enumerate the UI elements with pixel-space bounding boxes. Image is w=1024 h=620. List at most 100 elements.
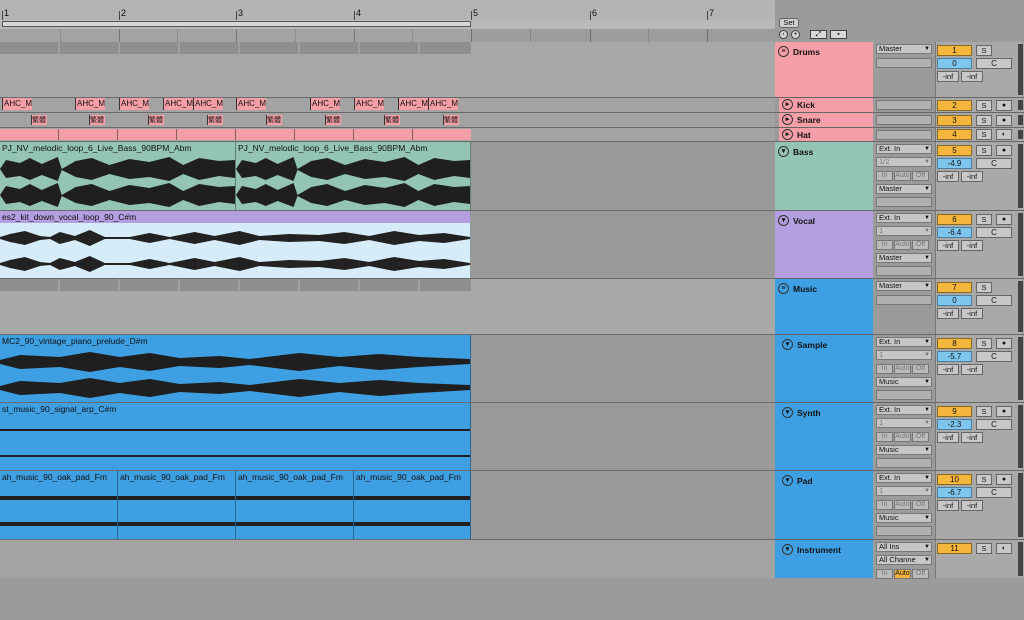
pan-field[interactable]: C — [976, 58, 1012, 69]
midi-clip[interactable]: AHC_M — [310, 98, 340, 110]
output-chooser[interactable]: Master ▼ — [876, 253, 932, 263]
track-name-instrument[interactable]: ▾ Instrument — [779, 540, 873, 578]
snare-lane[interactable]: 繁體 繁體 繁體 繁體 繁體 繁體 繁體 繁體 — [0, 113, 775, 128]
volume-field[interactable]: 0 — [937, 295, 972, 306]
record-arm-icon[interactable]: ● — [996, 145, 1012, 156]
kick-lane[interactable]: AHC_M AHC_M AHC_M AHC_M AHC_M AHC_M AHC_… — [0, 98, 775, 113]
output-chooser[interactable]: Master ▼ — [876, 44, 932, 54]
volume-field[interactable]: -5.7 — [937, 351, 972, 362]
track-activator[interactable]: 1 — [937, 45, 972, 56]
track-header-music[interactable]: ≡ Music Master ▼ 7 S 0 C -inf -inf — [775, 279, 1024, 335]
track-header-bass[interactable]: ▾ Bass Ext. In ▼ 1/2 ▼ In Auto Off Master ▼ 5 … — [775, 142, 1024, 211]
expand-icon[interactable]: ⤢ — [810, 30, 827, 39]
record-arm-icon[interactable]: ● — [996, 338, 1012, 349]
output-chooser[interactable]: Master ▼ — [876, 281, 932, 291]
pan-field[interactable]: C — [976, 227, 1012, 238]
input-channel-chooser[interactable]: 1 ▼ — [876, 486, 932, 496]
midi-clip[interactable]: 繁體 — [266, 115, 282, 125]
output-channel-chooser[interactable] — [876, 197, 932, 207]
monitor-in-button[interactable]: In — [876, 500, 893, 510]
input-type-chooser[interactable]: Ext. In ▼ — [876, 405, 932, 415]
monitor-icon[interactable]: ◐ — [996, 129, 1012, 140]
input-type-chooser[interactable]: Ext. In ▼ — [876, 144, 932, 154]
input-channel-chooser[interactable]: 1 ▼ — [876, 226, 932, 236]
track-name-sample[interactable]: ▾ Sample — [779, 335, 873, 402]
track-activator[interactable]: 4 — [937, 129, 972, 140]
monitor-off-button[interactable]: Off — [912, 364, 929, 374]
solo-button[interactable]: S — [976, 45, 992, 56]
pan-field[interactable]: C — [976, 295, 1012, 306]
output-chooser[interactable]: Master ▼ — [876, 184, 932, 194]
track-name-hat[interactable]: ▸ Hat — [779, 128, 873, 141]
volume-field[interactable]: -6.4 — [937, 227, 972, 238]
monitor-in-button[interactable]: In — [876, 240, 893, 250]
vocal-lane[interactable]: es2_kit_down_vocal_loop_90_C#m — [0, 211, 775, 279]
midi-clip[interactable]: 繁體 — [148, 115, 164, 125]
output-channel-chooser[interactable] — [876, 526, 932, 536]
sample-lane[interactable]: MC2_90_vintage_piano_prelude_D#m — [0, 335, 775, 403]
monitor-auto-button[interactable]: Auto — [894, 432, 911, 442]
solo-button[interactable]: S — [976, 282, 992, 293]
output-chooser[interactable] — [876, 115, 932, 125]
hat-midi-clip[interactable] — [0, 129, 471, 140]
pad-lane[interactable]: ah_music_90_oak_pad_Fm ah_music_90_oak_p… — [0, 471, 775, 540]
midi-clip[interactable]: AHC_M — [119, 98, 149, 110]
drums-lane[interactable] — [0, 42, 775, 98]
input-channel-chooser[interactable]: 1 ▼ — [876, 418, 932, 428]
track-header-pad[interactable]: ▾ Pad Ext. In ▼ 1 ▼ In Auto Off Music ▼ 10 S ●… — [775, 471, 1024, 540]
solo-button[interactable]: S — [976, 100, 992, 111]
output-channel-chooser[interactable] — [876, 458, 932, 468]
monitor-auto-button[interactable]: Auto — [894, 240, 911, 250]
midi-clip[interactable]: 繁體 — [207, 115, 223, 125]
track-header-kick[interactable]: ▸ Kick 2 S ● — [775, 98, 1024, 113]
track-activator[interactable]: 11 — [937, 543, 972, 554]
audio-clip[interactable]: ah_music_90_oak_pad_Fm — [118, 471, 236, 539]
track-name-drums[interactable]: ≡ Drums — [775, 42, 873, 97]
monitor-auto-button[interactable]: Auto — [894, 364, 911, 374]
beat-time-ruler[interactable]: 1 2 3 4 5 6 7 — [0, 0, 775, 20]
audio-clip[interactable]: ah_music_90_oak_pad_Fm — [236, 471, 354, 539]
monitor-in-button[interactable]: In — [876, 432, 893, 442]
track-activator[interactable]: 2 — [937, 100, 972, 111]
output-chooser[interactable]: Music ▼ — [876, 445, 932, 455]
output-chooser[interactable]: Music ▼ — [876, 513, 932, 523]
audio-clip[interactable]: PJ_NV_melodic_loop_6_Live_Bass_90BPM_Abm — [236, 142, 471, 210]
midi-clip[interactable]: 繁體 — [384, 115, 400, 125]
solo-button[interactable]: S — [976, 406, 992, 417]
output-channel-chooser[interactable] — [876, 266, 932, 276]
audio-clip[interactable]: ah_music_90_oak_pad_Fm — [354, 471, 471, 539]
pan-field[interactable]: C — [976, 158, 1012, 169]
fold-icon[interactable]: ▾ — [782, 544, 793, 555]
monitor-off-button[interactable]: Off — [912, 432, 929, 442]
track-name-kick[interactable]: ▸ Kick — [779, 98, 873, 112]
bass-lane[interactable]: PJ_NV_melodic_loop_6_Live_Bass_90BPM_Abm… — [0, 142, 775, 211]
midi-clip[interactable]: 繁體 — [443, 115, 459, 125]
record-arm-icon[interactable]: ● — [996, 406, 1012, 417]
monitor-icon[interactable]: ◐ — [996, 543, 1012, 554]
play-icon[interactable]: ▸ — [782, 129, 793, 140]
pan-field[interactable]: C — [976, 419, 1012, 430]
arrangement-view[interactable]: 1 2 3 4 5 6 7 AHC_M AHC_M AHC_M AHC_M AH… — [0, 0, 775, 578]
record-arm-icon[interactable]: ● — [996, 474, 1012, 485]
track-activator[interactable]: 8 — [937, 338, 972, 349]
midi-clip[interactable]: AHC_M — [354, 98, 384, 110]
volume-field[interactable]: -2.3 — [937, 419, 972, 430]
midi-clip[interactable]: AHC_M — [398, 98, 428, 110]
audio-clip[interactable]: MC2_90_vintage_piano_prelude_D#m — [0, 335, 471, 402]
music-lane[interactable] — [0, 279, 775, 335]
monitor-auto-button[interactable]: Auto — [894, 500, 911, 510]
record-arm-icon[interactable]: ● — [996, 100, 1012, 111]
output-channel-chooser[interactable] — [876, 295, 932, 305]
output-chooser[interactable] — [876, 130, 932, 140]
output-chooser[interactable]: Music ▼ — [876, 377, 932, 387]
lock-icon[interactable]: ▪ — [830, 30, 847, 39]
midi-clip[interactable]: 繁體 — [325, 115, 341, 125]
volume-field[interactable]: -4.9 — [937, 158, 972, 169]
solo-button[interactable]: S — [976, 129, 992, 140]
forward-icon[interactable]: + — [791, 30, 800, 39]
fold-icon[interactable]: ▾ — [778, 146, 789, 157]
track-name-vocal[interactable]: ▾ Vocal — [775, 211, 873, 278]
loop-brace[interactable] — [2, 21, 471, 27]
group-fold-icon[interactable]: ≡ — [778, 46, 789, 57]
track-activator[interactable]: 5 — [937, 145, 972, 156]
